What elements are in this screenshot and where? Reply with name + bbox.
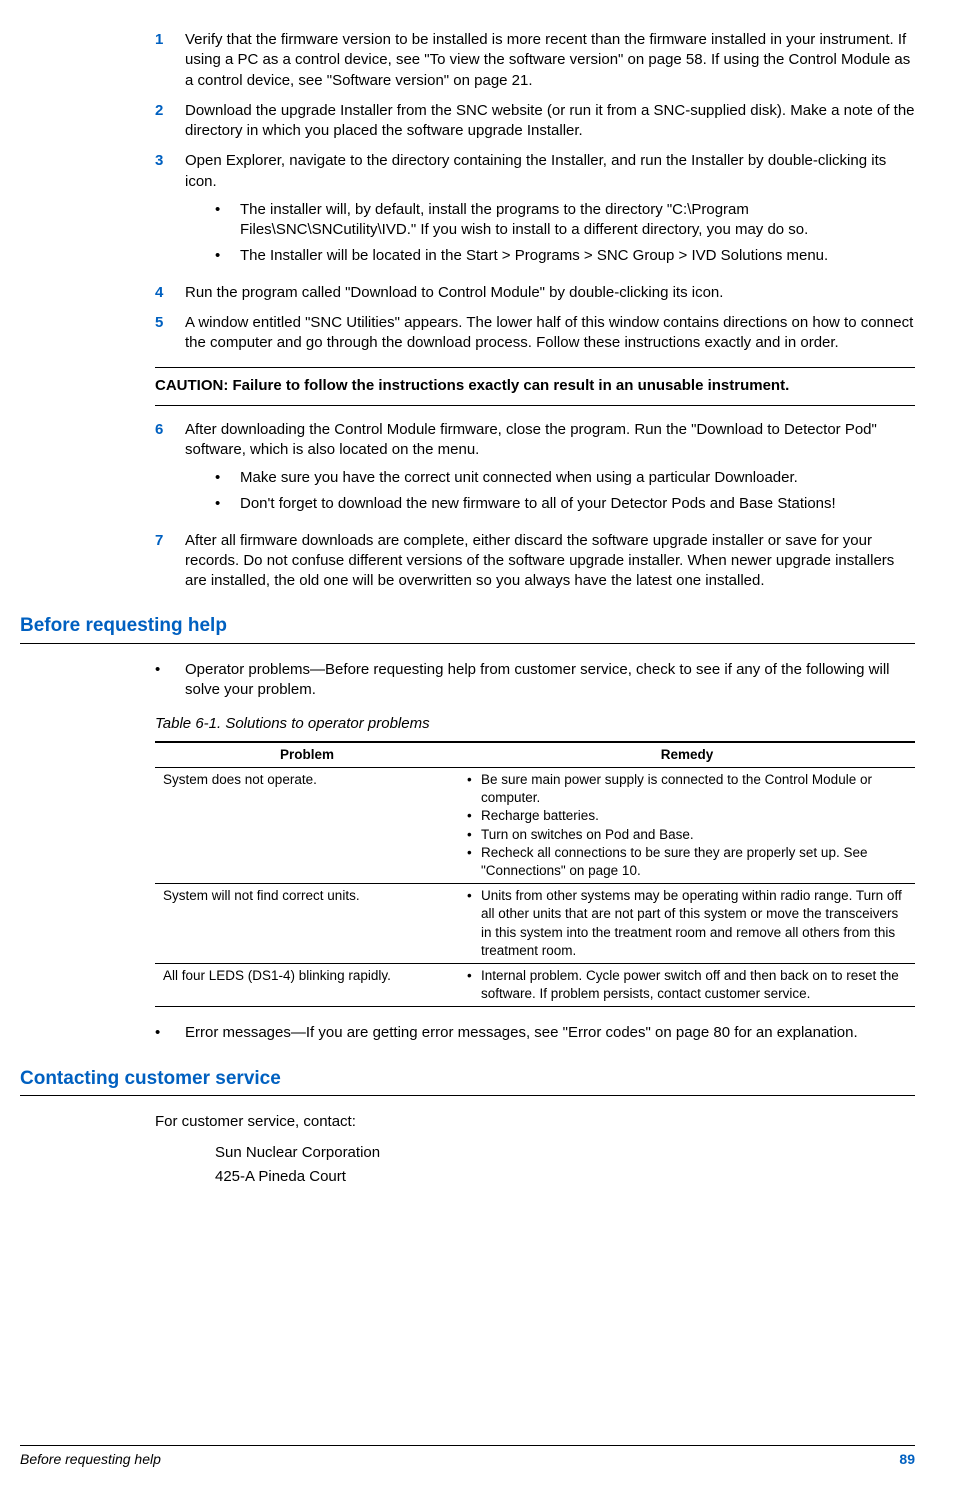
step-2: 2 Download the upgrade Installer from th…	[20, 101, 915, 142]
remedy-cell: •Be sure main power supply is connected …	[459, 767, 915, 883]
bullet-icon: •	[467, 807, 481, 825]
table-caption: Table 6-1. Solutions to operator problem…	[155, 714, 915, 734]
remedy-text: Be sure main power supply is connected t…	[481, 771, 907, 807]
step-text: After all firmware downloads are complet…	[185, 531, 915, 592]
sub-bullet-text: The Installer will be located in the Sta…	[240, 246, 828, 266]
step-text: A window entitled "SNC Utilities" appear…	[185, 313, 915, 354]
problem-cell: System will not find correct units.	[155, 884, 459, 964]
remedy-cell: •Units from other systems may be operati…	[459, 884, 915, 964]
remedy-cell: •Internal problem. Cycle power switch of…	[459, 964, 915, 1007]
bullet-icon: •	[467, 967, 481, 1003]
remedy-text: Recheck all connections to be sure they …	[481, 844, 907, 880]
problem-cell: System does not operate.	[155, 767, 459, 883]
step-text: After downloading the Control Module fir…	[185, 421, 877, 458]
step-text: Run the program called "Download to Cont…	[185, 283, 915, 303]
footer-section-title: Before requesting help	[20, 1450, 161, 1469]
table-header-remedy: Remedy	[459, 742, 915, 768]
step-number: 4	[155, 283, 185, 303]
remedy-item: •Be sure main power supply is connected …	[467, 771, 907, 807]
sub-bullet-list: • The installer will, by default, instal…	[185, 200, 915, 267]
body-bullet-text: Error messages—If you are getting error …	[185, 1023, 858, 1043]
section-rule	[20, 1095, 915, 1096]
step-3: 3 Open Explorer, navigate to the directo…	[20, 151, 915, 272]
sub-bullet-text: Make sure you have the correct unit conn…	[240, 468, 798, 488]
step-body: After downloading the Control Module fir…	[185, 420, 915, 521]
step-5: 5 A window entitled "SNC Utilities" appe…	[20, 313, 915, 354]
section-heading-contact: Contacting customer service	[20, 1066, 915, 1092]
step-number: 6	[155, 420, 185, 521]
contact-line: 425-A Pineda Court	[20, 1167, 915, 1187]
table-row: System does not operate.•Be sure main po…	[155, 767, 915, 883]
solutions-table: Problem Remedy System does not operate.•…	[155, 741, 915, 1008]
step-4: 4 Run the program called "Download to Co…	[20, 283, 915, 303]
bullet-icon: •	[215, 494, 240, 514]
body-bullet: • Error messages—If you are getting erro…	[20, 1023, 915, 1043]
step-text: Open Explorer, navigate to the directory…	[185, 152, 886, 189]
sub-bullet-text: Don't forget to download the new firmwar…	[240, 494, 836, 514]
step-body: Open Explorer, navigate to the directory…	[185, 151, 915, 272]
bullet-icon: •	[467, 887, 481, 960]
bullet-icon: •	[467, 771, 481, 807]
step-text: Download the upgrade Installer from the …	[185, 101, 915, 142]
bullet-icon: •	[215, 200, 240, 241]
section-heading-before-help: Before requesting help	[20, 613, 915, 639]
step-1: 1 Verify that the firmware version to be…	[20, 30, 915, 91]
contact-line: Sun Nuclear Corporation	[20, 1143, 915, 1163]
problem-cell: All four LEDS (DS1-4) blinking rapidly.	[155, 964, 459, 1007]
remedy-text: Recharge batteries.	[481, 807, 599, 825]
step-number: 5	[155, 313, 185, 354]
remedy-text: Internal problem. Cycle power switch off…	[481, 967, 907, 1003]
remedy-item: •Internal problem. Cycle power switch of…	[467, 967, 907, 1003]
step-number: 1	[155, 30, 185, 91]
bullet-icon: •	[155, 1023, 185, 1043]
caution-box: CAUTION: Failure to follow the instructi…	[155, 367, 915, 405]
sub-bullet: • Make sure you have the correct unit co…	[215, 468, 915, 488]
step-number: 3	[155, 151, 185, 272]
step-number: 7	[155, 531, 185, 592]
remedy-text: Units from other systems may be operatin…	[481, 887, 907, 960]
body-bullet: • Operator problems—Before requesting he…	[20, 660, 915, 701]
footer-page-number: 89	[899, 1450, 915, 1469]
sub-bullet-list: • Make sure you have the correct unit co…	[185, 468, 915, 515]
remedy-item: •Recheck all connections to be sure they…	[467, 844, 907, 880]
table-row: System will not find correct units.•Unit…	[155, 884, 915, 964]
step-7: 7 After all firmware downloads are compl…	[20, 531, 915, 592]
remedy-item: •Turn on switches on Pod and Base.	[467, 826, 907, 844]
sub-bullet: • The Installer will be located in the S…	[215, 246, 915, 266]
page-footer: Before requesting help 89	[20, 1445, 915, 1469]
bullet-icon: •	[467, 826, 481, 844]
table-header-problem: Problem	[155, 742, 459, 768]
bullet-icon: •	[215, 468, 240, 488]
remedy-text: Turn on switches on Pod and Base.	[481, 826, 694, 844]
bullet-icon: •	[215, 246, 240, 266]
sub-bullet-text: The installer will, by default, install …	[240, 200, 915, 241]
sub-bullet: • The installer will, by default, instal…	[215, 200, 915, 241]
step-6: 6 After downloading the Control Module f…	[20, 420, 915, 521]
step-text: Verify that the firmware version to be i…	[185, 30, 915, 91]
remedy-item: •Units from other systems may be operati…	[467, 887, 907, 960]
body-bullet-text: Operator problems—Before requesting help…	[185, 660, 915, 701]
remedy-item: •Recharge batteries.	[467, 807, 907, 825]
table-row: All four LEDS (DS1-4) blinking rapidly.•…	[155, 964, 915, 1007]
contact-intro: For customer service, contact:	[20, 1112, 915, 1132]
bullet-icon: •	[467, 844, 481, 880]
step-number: 2	[155, 101, 185, 142]
bullet-icon: •	[155, 660, 185, 701]
sub-bullet: • Don't forget to download the new firmw…	[215, 494, 915, 514]
section-rule	[20, 643, 915, 644]
